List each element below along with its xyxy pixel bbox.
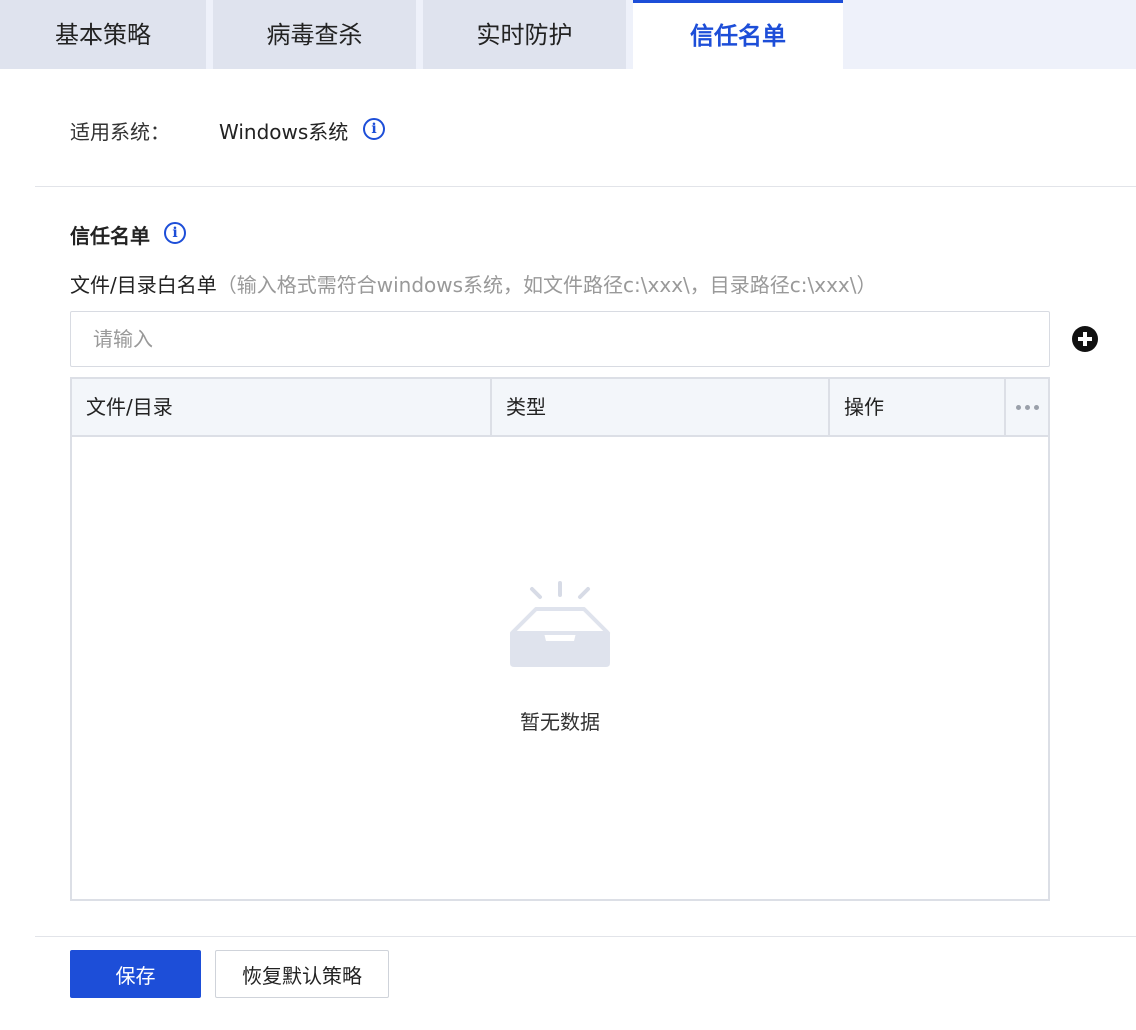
tab-realtime-protection[interactable]: 实时防护 bbox=[423, 0, 626, 69]
tab-bar: 基本策略 病毒查杀 实时防护 信任名单 bbox=[0, 0, 1136, 69]
section-divider bbox=[35, 186, 1136, 187]
tab-trust-list[interactable]: 信任名单 bbox=[633, 0, 843, 69]
column-header-path: 文件/目录 bbox=[86, 395, 173, 419]
restore-default-button[interactable]: 恢复默认策略 bbox=[215, 950, 389, 998]
column-divider bbox=[1004, 379, 1006, 435]
whitelist-label-text: 文件/目录白名单 bbox=[70, 273, 217, 297]
table-header: 文件/目录 类型 操作 bbox=[72, 379, 1048, 437]
save-button[interactable]: 保存 bbox=[70, 950, 201, 998]
whitelist-table: 文件/目录 类型 操作 暂无数据 bbox=[70, 377, 1050, 901]
section-title: 信任名单 bbox=[70, 224, 150, 248]
tab-basic-policy[interactable]: 基本策略 bbox=[0, 0, 206, 69]
more-icon[interactable] bbox=[1016, 405, 1040, 411]
empty-inbox-icon bbox=[510, 581, 610, 667]
info-icon[interactable]: i bbox=[363, 118, 385, 140]
os-label: 适用系统： bbox=[70, 120, 170, 144]
whitelist-label: 文件/目录白名单（输入格式需符合windows系统，如文件路径c:\xxx\，目… bbox=[70, 269, 877, 298]
info-icon[interactable]: i bbox=[164, 222, 186, 244]
whitelist-hint: （输入格式需符合windows系统，如文件路径c:\xxx\，目录路径c:\xx… bbox=[216, 273, 877, 297]
os-value: Windows系统 bbox=[219, 120, 349, 144]
empty-text: 暂无数据 bbox=[520, 710, 600, 734]
add-icon[interactable] bbox=[1072, 326, 1098, 352]
footer-divider bbox=[35, 936, 1136, 937]
column-header-action: 操作 bbox=[844, 395, 884, 419]
tab-virus-scan[interactable]: 病毒查杀 bbox=[213, 0, 416, 69]
column-header-type: 类型 bbox=[506, 395, 546, 419]
whitelist-input[interactable] bbox=[70, 311, 1050, 367]
